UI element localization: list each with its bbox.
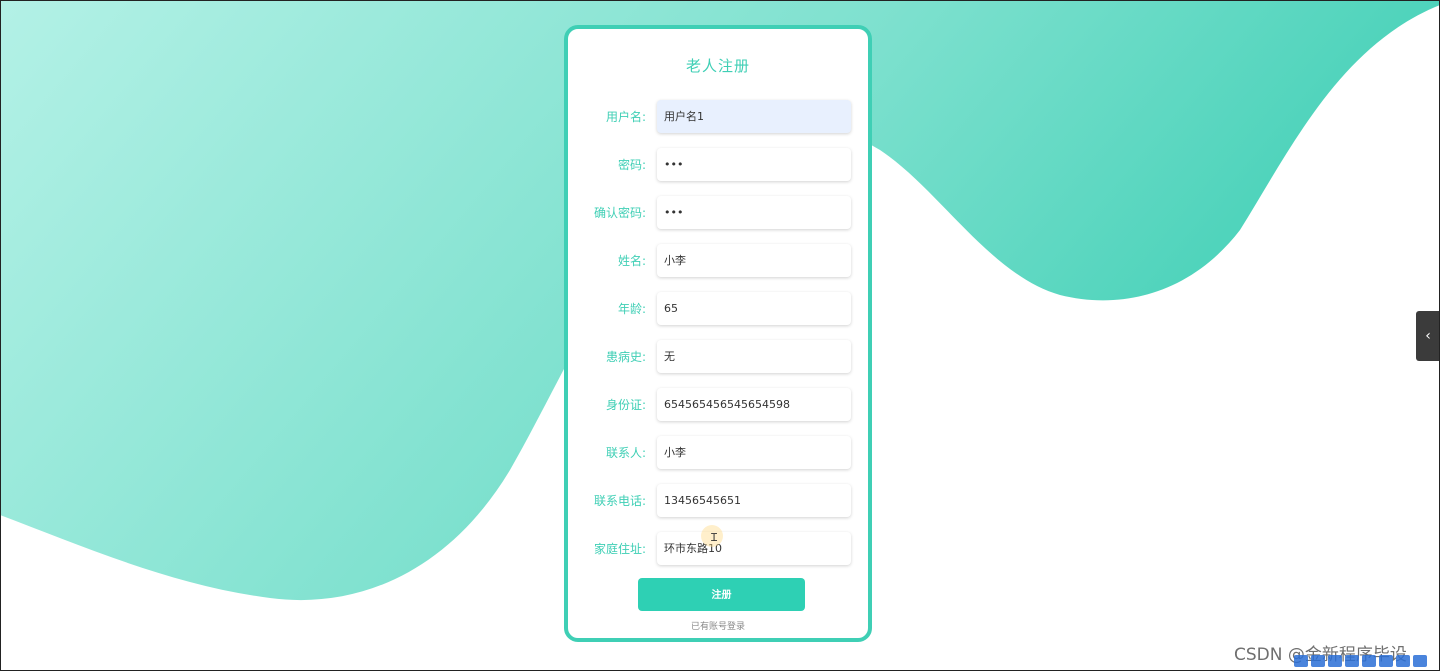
form-row-medical-history: 患病史: (568, 340, 868, 374)
system-tray (1294, 653, 1428, 668)
tray-settings-icon[interactable] (1379, 654, 1393, 667)
confirm-password-label: 确认密码: (593, 206, 646, 220)
register-card: 老人注册 用户名: 密码: ••• 确认密码: ••• 姓名: 年龄: 患病史:… (564, 25, 872, 642)
password-label: 密码: (617, 158, 646, 172)
medical-history-label: 患病史: (605, 350, 646, 364)
chevron-left-icon: ‹ (1425, 328, 1431, 344)
form-row-password: 密码: ••• (568, 148, 868, 182)
contact-phone-label: 联系电话: (593, 494, 646, 508)
form-row-username: 用户名: (568, 100, 868, 134)
form-row-id-card: 身份证: (568, 388, 868, 422)
form-row-name: 姓名: (568, 244, 868, 278)
form-row-confirm-password: 确认密码: ••• (568, 196, 868, 230)
tray-volume-icon[interactable] (1328, 654, 1342, 667)
side-panel-toggle[interactable]: ‹ (1416, 311, 1440, 361)
age-input[interactable] (657, 292, 851, 325)
tray-app-icon[interactable] (1294, 654, 1308, 667)
username-label: 用户名: (605, 110, 646, 124)
username-input[interactable] (657, 100, 851, 133)
id-card-input[interactable] (657, 388, 851, 421)
contact-person-label: 联系人: (605, 446, 646, 460)
form-row-age: 年龄: (568, 292, 868, 326)
tray-extra-icon[interactable] (1413, 654, 1427, 667)
password-input[interactable]: ••• (657, 148, 851, 181)
i-beam-cursor-icon: Ɪ (711, 531, 718, 544)
login-link[interactable]: 已有账号登录 (568, 619, 868, 632)
contact-person-input[interactable] (657, 436, 851, 469)
address-label: 家庭住址: (593, 542, 646, 556)
address-input[interactable] (657, 532, 851, 565)
form-row-contact-phone: 联系电话: (568, 484, 868, 518)
medical-history-input[interactable] (657, 340, 851, 373)
age-label: 年龄: (617, 302, 646, 316)
confirm-password-input[interactable]: ••• (657, 196, 851, 229)
tray-input-icon[interactable] (1345, 654, 1359, 667)
id-card-label: 身份证: (605, 398, 646, 412)
card-title: 老人注册 (685, 57, 750, 75)
tray-network-icon[interactable] (1311, 654, 1325, 667)
contact-phone-input[interactable] (657, 484, 851, 517)
register-button[interactable]: 注册 (638, 578, 805, 611)
tray-display-icon[interactable] (1362, 654, 1376, 667)
tray-tools-icon[interactable] (1396, 654, 1410, 667)
name-label: 姓名: (617, 254, 646, 268)
form-row-contact-person: 联系人: (568, 436, 868, 470)
name-input[interactable] (657, 244, 851, 277)
